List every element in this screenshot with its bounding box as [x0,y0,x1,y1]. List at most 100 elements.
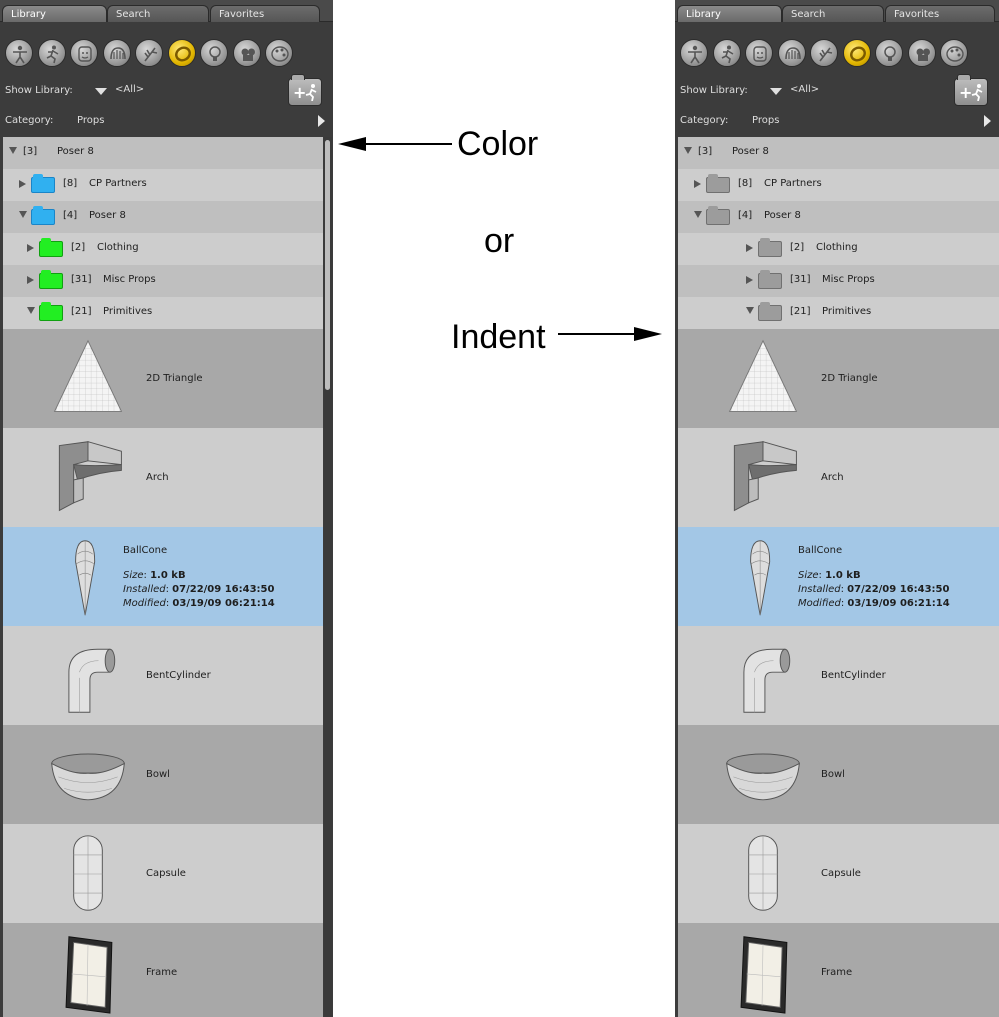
library-item[interactable]: 2D Triangle [678,329,999,428]
meta-installed-label: Installed [798,584,841,595]
library-panel-indent-variant: Library Search Favorites Show Library: <All>… [675,0,999,1017]
tree-row[interactable]: [21] Primitives [678,297,999,329]
materials-icon[interactable] [265,39,293,67]
add-to-library-button[interactable]: + [288,74,322,106]
chevron-right-icon[interactable] [984,115,991,127]
tree-row-count: [4] [738,210,753,221]
caret-down-icon[interactable] [19,211,27,218]
expressions-icon[interactable] [745,39,773,67]
tree-row-label: CP Partners [89,178,147,189]
tab-favorites[interactable]: Favorites [885,5,995,22]
lights-icon[interactable] [875,39,903,67]
bentcyl-thumbnail-icon [68,648,116,713]
tree-row[interactable]: [4] Poser 8 [678,201,999,233]
chevron-right-icon[interactable] [318,115,325,127]
category-value: Props [77,115,105,126]
triangle-thumbnail-icon [728,339,798,412]
show-library-select[interactable]: <All> [115,84,144,95]
tab-favorites[interactable]: Favorites [210,5,320,22]
tree-row[interactable]: [2] Clothing [678,233,999,265]
library-item[interactable]: Frame [678,923,999,1017]
meta-installed-label: Installed [123,584,166,595]
show-library-select[interactable]: <All> [790,84,819,95]
caret-down-icon[interactable] [694,211,702,218]
tree-row[interactable]: [31] Misc Props [678,265,999,297]
figures-icon[interactable] [5,39,33,67]
cameras-icon[interactable] [907,39,936,67]
caret-right-icon[interactable] [746,276,753,284]
library-item[interactable]: Capsule [678,824,999,923]
caret-right-icon[interactable] [19,180,26,188]
tab-bar: Library Search Favorites [0,0,333,22]
library-item[interactable]: BallCone Size: 1.0 kB Installed: 07/22/09 … [678,527,999,626]
tree-row[interactable]: [4] Poser 8 [3,201,323,233]
library-item[interactable]: BentCylinder [3,626,323,725]
tree-row[interactable]: [2] Clothing [3,233,323,265]
hair-icon[interactable] [777,39,806,67]
meta-modified-label: Modified [798,598,841,609]
add-to-library-button[interactable]: + [954,74,988,106]
library-item[interactable]: Bowl [678,725,999,824]
meta-modified-value: 03/19/09 06:21:14 [172,598,275,609]
caret-down-icon[interactable] [746,307,754,314]
library-item[interactable]: Frame [3,923,323,1017]
library-item-name: 2D Triangle [146,373,203,384]
tab-library[interactable]: Library [2,5,107,22]
tree-row[interactable]: [3] Poser 8 [3,137,323,169]
caret-right-icon[interactable] [746,244,753,252]
library-item[interactable]: Bowl [3,725,323,824]
tree-row-count: [4] [63,210,78,221]
chevron-down-icon[interactable] [95,88,107,95]
tree-row[interactable]: [21] Primitives [3,297,323,329]
tree-row[interactable]: [3] Poser 8 [678,137,999,169]
figures-icon[interactable] [680,39,708,67]
tree-row-count: [3] [698,146,713,157]
tab-search[interactable]: Search [107,5,209,22]
poses-icon[interactable] [37,39,66,67]
library-item[interactable]: Capsule [3,824,323,923]
expressions-icon[interactable] [70,39,98,67]
tab-search[interactable]: Search [782,5,884,22]
props-icon[interactable] [842,39,871,67]
materials-icon[interactable] [940,39,968,67]
tree-row[interactable]: [8] CP Partners [678,169,999,201]
annotation-color: Color [457,125,539,163]
tree-row-label: Primitives [822,306,872,317]
item-metadata: Size: 1.0 kB Installed: 07/22/09 16:43:50… [798,569,950,611]
hands-icon[interactable] [135,39,163,67]
show-library-row: Show Library: <All> [5,80,333,100]
caret-down-icon[interactable] [27,307,35,314]
library-item[interactable]: BallCone Size: 1.0 kB Installed: 07/22/09 … [3,527,323,626]
category-row: Category: Props [5,112,333,130]
tree-row[interactable]: [8] CP Partners [3,169,323,201]
chevron-down-icon[interactable] [770,88,782,95]
library-tree-list: [3] Poser 8 [8] CP Partners [4] Poser 8 [2] Clo… [678,137,999,1017]
caret-right-icon[interactable] [27,244,34,252]
caret-down-icon[interactable] [684,147,692,154]
hands-icon[interactable] [810,39,838,67]
cameras-icon[interactable] [232,39,261,67]
tab-library[interactable]: Library [677,5,782,22]
library-item-name: Arch [821,472,844,483]
props-icon[interactable] [167,39,196,67]
library-item[interactable]: 2D Triangle [3,329,323,428]
scrollbar[interactable] [324,137,332,1017]
hair-icon[interactable] [102,39,131,67]
category-icon-bar [0,33,333,73]
annotation-or: or [484,222,515,260]
scrollbar-thumb[interactable] [325,140,330,390]
library-item[interactable]: Arch [3,428,323,527]
library-item[interactable]: BentCylinder [678,626,999,725]
meta-size-label: Size [798,570,819,581]
tree-row[interactable]: [31] Misc Props [3,265,323,297]
tree-row-label: Poser 8 [57,146,94,157]
library-item[interactable]: Arch [678,428,999,527]
category-row: Category: Props [680,112,999,130]
category-label: Category: [5,115,54,126]
lights-icon[interactable] [200,39,228,67]
caret-right-icon[interactable] [694,180,701,188]
caret-down-icon[interactable] [9,147,17,154]
caret-right-icon[interactable] [27,276,34,284]
poses-icon[interactable] [712,39,741,67]
meta-modified: Modified: 03/19/09 06:21:14 [123,598,275,609]
